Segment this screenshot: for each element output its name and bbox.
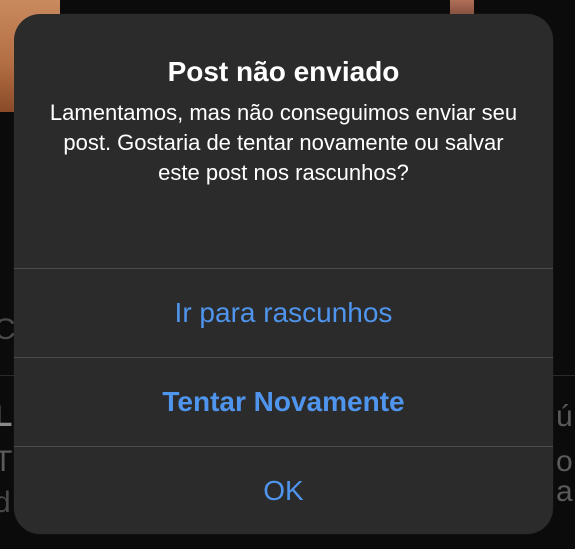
background-text-fragment: d [0,486,11,519]
ok-button[interactable]: OK [14,447,553,534]
screen: C L T d ú o a Post não enviado Lamentamo… [0,0,575,549]
background-text-fragment: o a [556,445,573,508]
alert-title: Post não enviado [167,56,400,87]
try-again-button[interactable]: Tentar Novamente [14,358,553,446]
go-to-drafts-button[interactable]: Ir para rascunhos [14,269,553,357]
background-text-fragment: T [0,445,13,478]
background-text-fragment: L [0,400,13,433]
alert-message: Lamentamos, mas não conseguimos enviar s… [49,100,518,185]
background-text-fragment: ú [556,400,573,433]
alert-dialog: Post não enviado Lamentamos, mas não con… [14,14,553,534]
alert-header: Post não enviado Lamentamos, mas não con… [14,14,553,268]
